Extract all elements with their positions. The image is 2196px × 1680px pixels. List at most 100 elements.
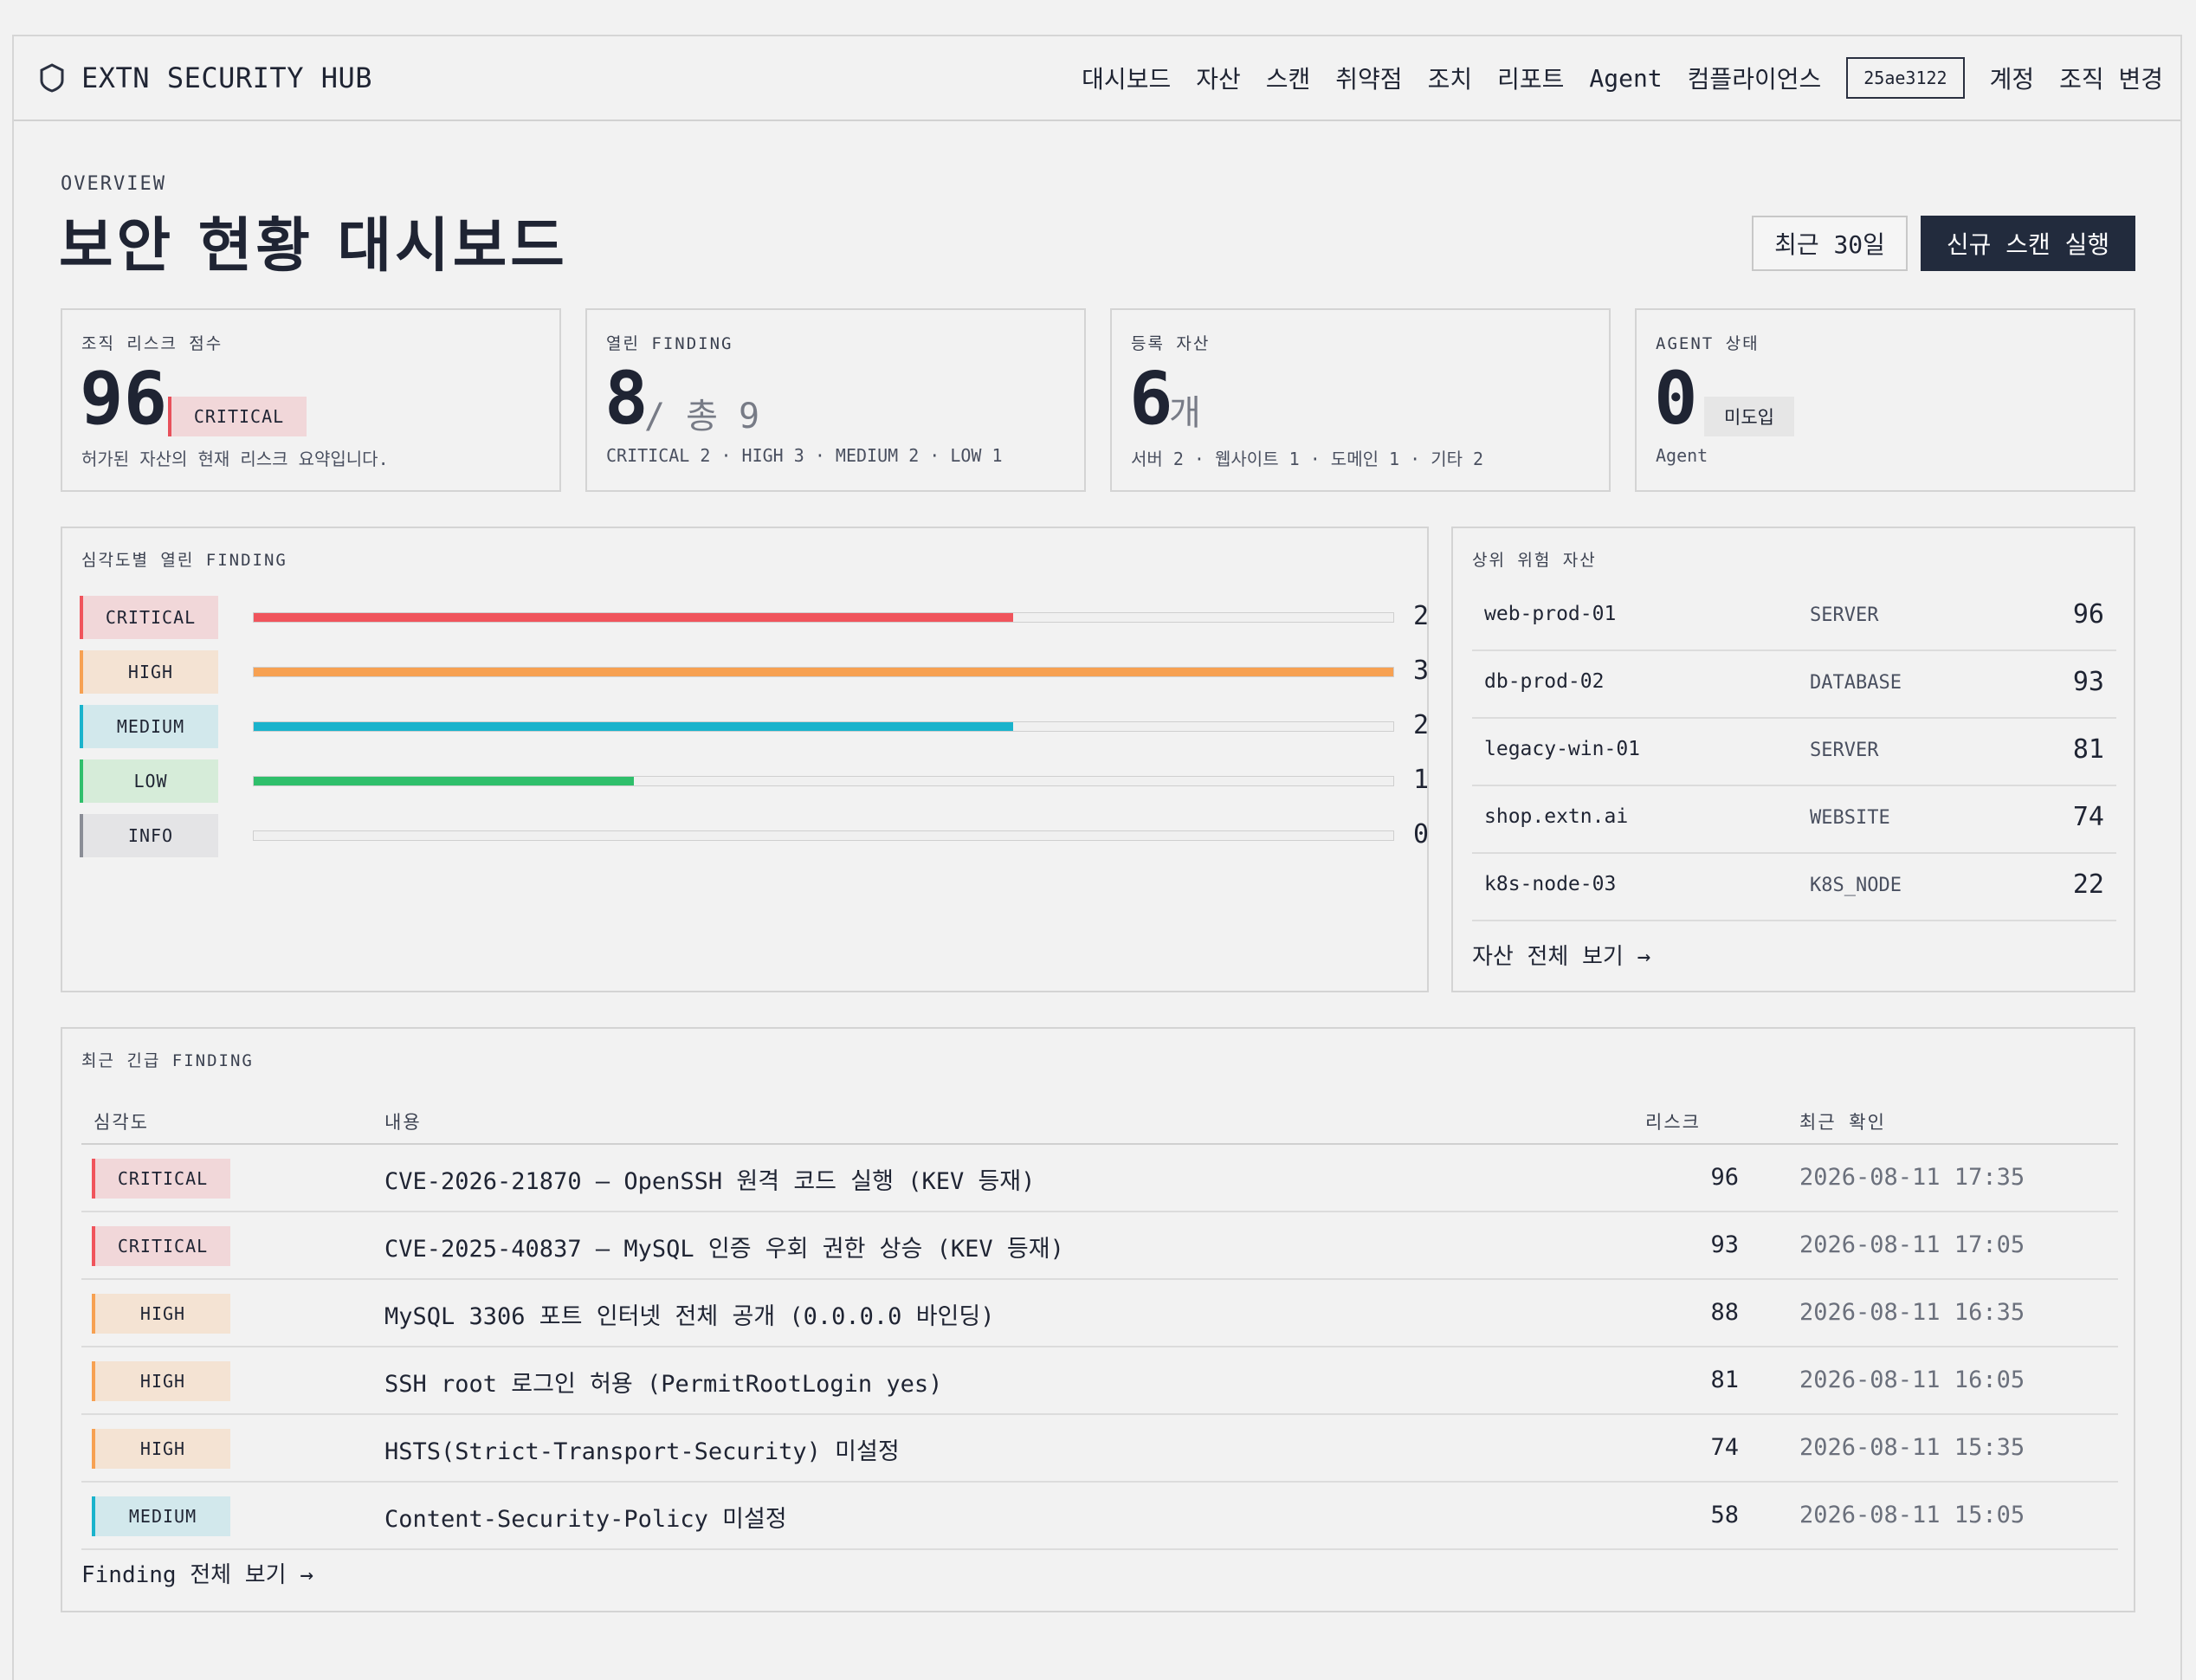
- severity-badge: HIGH: [92, 1294, 230, 1334]
- severity-tag: CRITICAL: [80, 596, 218, 639]
- urgent-findings-table-header: 심각도 내용 리스크 최근 확인: [81, 1093, 2118, 1145]
- table-row[interactable]: HIGH MySQL 3306 포트 인터넷 전체 공개 (0.0.0.0 바인딩…: [81, 1280, 2118, 1347]
- open-findings-total: / 총 9: [644, 397, 760, 436]
- finding-title[interactable]: SSH root 로그인 허용 (PermitRootLogin yes): [384, 1365, 942, 1399]
- agent-status-badge: 미도입: [1704, 397, 1794, 436]
- period-select-button[interactable]: 최근 30일: [1752, 216, 1908, 271]
- nav-item-switch-org[interactable]: 조직 변경: [2059, 61, 2163, 95]
- severity-count: 0: [1413, 819, 1430, 850]
- asset-row[interactable]: db-prod-02 DATABASE 93: [1472, 651, 2116, 719]
- severity-tag: INFO: [80, 814, 218, 857]
- asset-name: web-prod-01: [1484, 603, 1617, 625]
- brand[interactable]: EXTN SECURITY HUB: [38, 61, 372, 94]
- urgent-findings-label: 최근 긴급 FINDING: [81, 1051, 254, 1070]
- finding-risk-score: 58: [1710, 1502, 1739, 1528]
- asset-row[interactable]: legacy-win-01 SERVER 81: [1472, 719, 2116, 786]
- finding-last-seen: 2026-08-11 15:05: [1799, 1502, 2025, 1528]
- severity-bar-track: [253, 612, 1394, 623]
- nav-item-remediation[interactable]: 조치: [1428, 61, 1473, 95]
- severity-panel-label: 심각도별 열린 FINDING: [81, 551, 287, 570]
- shield-icon: [40, 63, 64, 93]
- open-findings-label: 열린 FINDING: [606, 334, 733, 353]
- brand-name: EXTN SECURITY HUB: [81, 61, 373, 94]
- risk-score-description: 허가된 자산의 현재 리스크 요약입니다.: [81, 449, 389, 469]
- registered-assets-label: 등록 자산: [1131, 334, 1211, 353]
- nav-item-reports[interactable]: 리포트: [1497, 61, 1564, 95]
- header-last-seen[interactable]: 최근 확인: [1799, 1108, 1886, 1134]
- asset-type: K8S_NODE: [1810, 875, 1902, 896]
- registered-assets-unit: 개: [1169, 393, 1201, 433]
- severity-row[interactable]: CRITICAL 2: [80, 596, 1429, 639]
- finding-title[interactable]: CVE-2025-40837 — MySQL 인증 우회 권한 상승 (KEV …: [384, 1230, 1064, 1263]
- severity-row[interactable]: HIGH 3: [80, 650, 1429, 694]
- finding-risk-score: 96: [1710, 1164, 1739, 1191]
- asset-row[interactable]: shop.extn.ai WEBSITE 74: [1472, 786, 2116, 854]
- table-row[interactable]: HIGH SSH root 로그인 허용 (PermitRootLogin yes…: [81, 1347, 2118, 1415]
- open-findings-breakdown: CRITICAL 2 · HIGH 3 · MEDIUM 2 · LOW 1: [606, 445, 1003, 466]
- nav-item-agent[interactable]: Agent: [1589, 64, 1662, 93]
- severity-badge: MEDIUM: [92, 1496, 230, 1536]
- nav-item-dashboard[interactable]: 대시보드: [1082, 61, 1171, 95]
- table-row[interactable]: CRITICAL CVE-2026-21870 — OpenSSH 원격 코드 실…: [81, 1145, 2118, 1212]
- severity-badge: CRITICAL: [92, 1159, 230, 1199]
- severity-row[interactable]: LOW 1: [80, 759, 1429, 803]
- finding-risk-score: 88: [1710, 1299, 1739, 1326]
- table-row[interactable]: CRITICAL CVE-2025-40837 — MySQL 인증 우회 권한 …: [81, 1212, 2118, 1280]
- open-findings-value: 8: [604, 356, 649, 441]
- top-risk-assets-label: 상위 위험 자산: [1472, 551, 1597, 570]
- finding-title[interactable]: MySQL 3306 포트 인터넷 전체 공개 (0.0.0.0 바인딩): [384, 1297, 994, 1331]
- view-all-findings-link[interactable]: Finding 전체 보기 →: [81, 1557, 313, 1589]
- risk-score-label: 조직 리스크 점수: [81, 334, 223, 353]
- nav-item-assets[interactable]: 자산: [1196, 61, 1241, 95]
- severity-tag: HIGH: [80, 650, 218, 694]
- asset-type: WEBSITE: [1810, 807, 1890, 829]
- new-scan-button[interactable]: 신규 스캔 실행: [1921, 216, 2135, 271]
- asset-name: legacy-win-01: [1484, 738, 1641, 760]
- nav-item-compliance[interactable]: 컴플라이언스: [1688, 61, 1822, 95]
- severity-count: 2: [1413, 710, 1430, 740]
- agent-status-card: AGENT 상태 0 미도입 Agent: [1635, 308, 2135, 492]
- nav-item-scan[interactable]: 스캔: [1266, 61, 1311, 95]
- table-row[interactable]: MEDIUM Content-Security-Policy 미설정 58 2026-…: [81, 1483, 2118, 1550]
- registered-assets-breakdown: 서버 2 · 웹사이트 1 · 도메인 1 · 기타 2: [1131, 449, 1484, 469]
- asset-row[interactable]: web-prod-01 SERVER 96: [1472, 584, 2116, 651]
- asset-risk-score: 93: [2072, 667, 2104, 697]
- finding-risk-score: 74: [1710, 1434, 1739, 1461]
- severity-bar-fill: [254, 722, 1014, 731]
- nav-item-vulnerabilities[interactable]: 취약점: [1335, 61, 1402, 95]
- severity-count: 2: [1413, 601, 1430, 631]
- asset-type: DATABASE: [1810, 672, 1902, 694]
- severity-bar-fill: [254, 613, 1014, 622]
- header-severity[interactable]: 심각도: [94, 1108, 149, 1134]
- asset-name: k8s-node-03: [1484, 873, 1617, 895]
- finding-risk-score: 93: [1710, 1231, 1739, 1258]
- finding-title[interactable]: Content-Security-Policy 미설정: [384, 1500, 787, 1534]
- nav-item-account[interactable]: 계정: [1990, 61, 2035, 95]
- finding-last-seen: 2026-08-11 17:05: [1799, 1231, 2025, 1258]
- asset-type: SERVER: [1810, 740, 1879, 761]
- agent-status-value: 0: [1654, 356, 1698, 441]
- severity-bar-fill: [254, 777, 634, 785]
- table-row[interactable]: HIGH HSTS(Strict-Transport-Security) 미설정 7…: [81, 1415, 2118, 1483]
- finding-title[interactable]: CVE-2026-21870 — OpenSSH 원격 코드 실행 (KEV 등…: [384, 1162, 1035, 1196]
- severity-count: 3: [1413, 656, 1430, 686]
- open-findings-card: 열린 FINDING 8 / 총 9 CRITICAL 2 · HIGH 3 ·…: [585, 308, 1086, 492]
- main-nav: 대시보드 자산 스캔 취약점 조치 리포트 Agent 컴플라이언스 25ae3…: [1056, 57, 2163, 99]
- severity-count: 1: [1413, 765, 1430, 795]
- view-all-assets-link[interactable]: 자산 전체 보기 →: [1472, 939, 1650, 971]
- severity-panel: 심각도별 열린 FINDING CRITICAL 2 HIGH 3 MEDIUM 2 LOW…: [61, 527, 1429, 992]
- asset-row[interactable]: k8s-node-03 K8S_NODE 22: [1472, 854, 2116, 921]
- org-id-badge[interactable]: 25ae3122: [1846, 57, 1965, 99]
- severity-bar-track: [253, 721, 1394, 732]
- severity-row[interactable]: INFO 0: [80, 814, 1429, 857]
- severity-bar-track: [253, 667, 1394, 677]
- finding-title[interactable]: HSTS(Strict-Transport-Security) 미설정: [384, 1432, 900, 1466]
- header-risk[interactable]: 리스크: [1645, 1108, 1701, 1134]
- severity-row[interactable]: MEDIUM 2: [80, 705, 1429, 748]
- finding-last-seen: 2026-08-11 17:35: [1799, 1164, 2025, 1191]
- registered-assets-value: 6: [1129, 356, 1173, 441]
- urgent-findings-panel: 최근 긴급 FINDING 심각도 내용 리스크 최근 확인 CRITICAL C…: [61, 1027, 2135, 1612]
- asset-name: db-prod-02: [1484, 670, 1605, 693]
- agent-status-label: AGENT 상태: [1656, 334, 1760, 353]
- header-content[interactable]: 내용: [384, 1108, 422, 1134]
